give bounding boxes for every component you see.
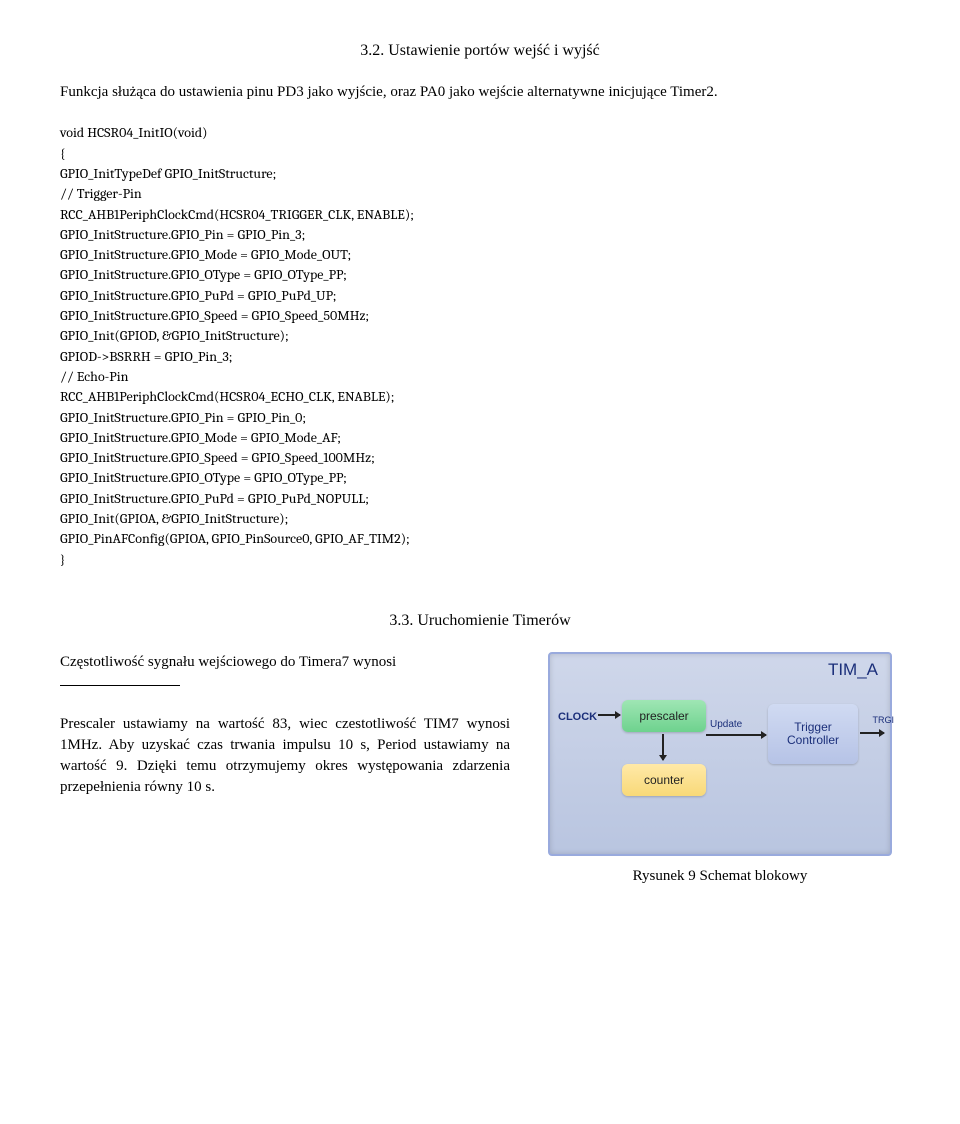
- arrow-prescaler-down: [662, 734, 664, 760]
- code-block-initio: void HCSR04_InitIO(void) { GPIO_InitType…: [60, 123, 900, 570]
- arrow-clock-in: [598, 714, 620, 716]
- figure-caption: Rysunek 9 Schemat blokowy: [633, 866, 808, 887]
- diagram-trg-label: TRGI: [873, 714, 895, 727]
- divider-short: [60, 685, 180, 686]
- diagram-update-label: Update: [710, 718, 742, 732]
- prescaler-text: Prescaler ustawiamy na wartość 83, wiec …: [60, 714, 510, 798]
- diagram-counter-box: counter: [622, 764, 706, 796]
- diagram-trigger-box: Trigger Controller: [768, 704, 858, 764]
- section-3-2-title: 3.2. Ustawienie portów wejść i wyjść: [60, 40, 900, 62]
- section-3-3-title: 3.3. Uruchomienie Timerów: [60, 610, 900, 632]
- diagram-tim-label: TIM_A: [828, 658, 878, 682]
- diagram-trigger-line2: Controller: [787, 734, 839, 747]
- frequency-text: Częstotliwość sygnału wejściowego do Tim…: [60, 652, 510, 673]
- section-3-2-intro: Funkcja służąca do ustawienia pinu PD3 j…: [60, 82, 900, 103]
- arrow-trg-out: [860, 732, 884, 734]
- timer-block-diagram: TIM_A CLOCK prescaler counter Update Tri…: [548, 652, 892, 856]
- arrow-update: [706, 734, 766, 736]
- diagram-clock-label: CLOCK: [558, 710, 597, 725]
- diagram-prescaler-box: prescaler: [622, 700, 706, 732]
